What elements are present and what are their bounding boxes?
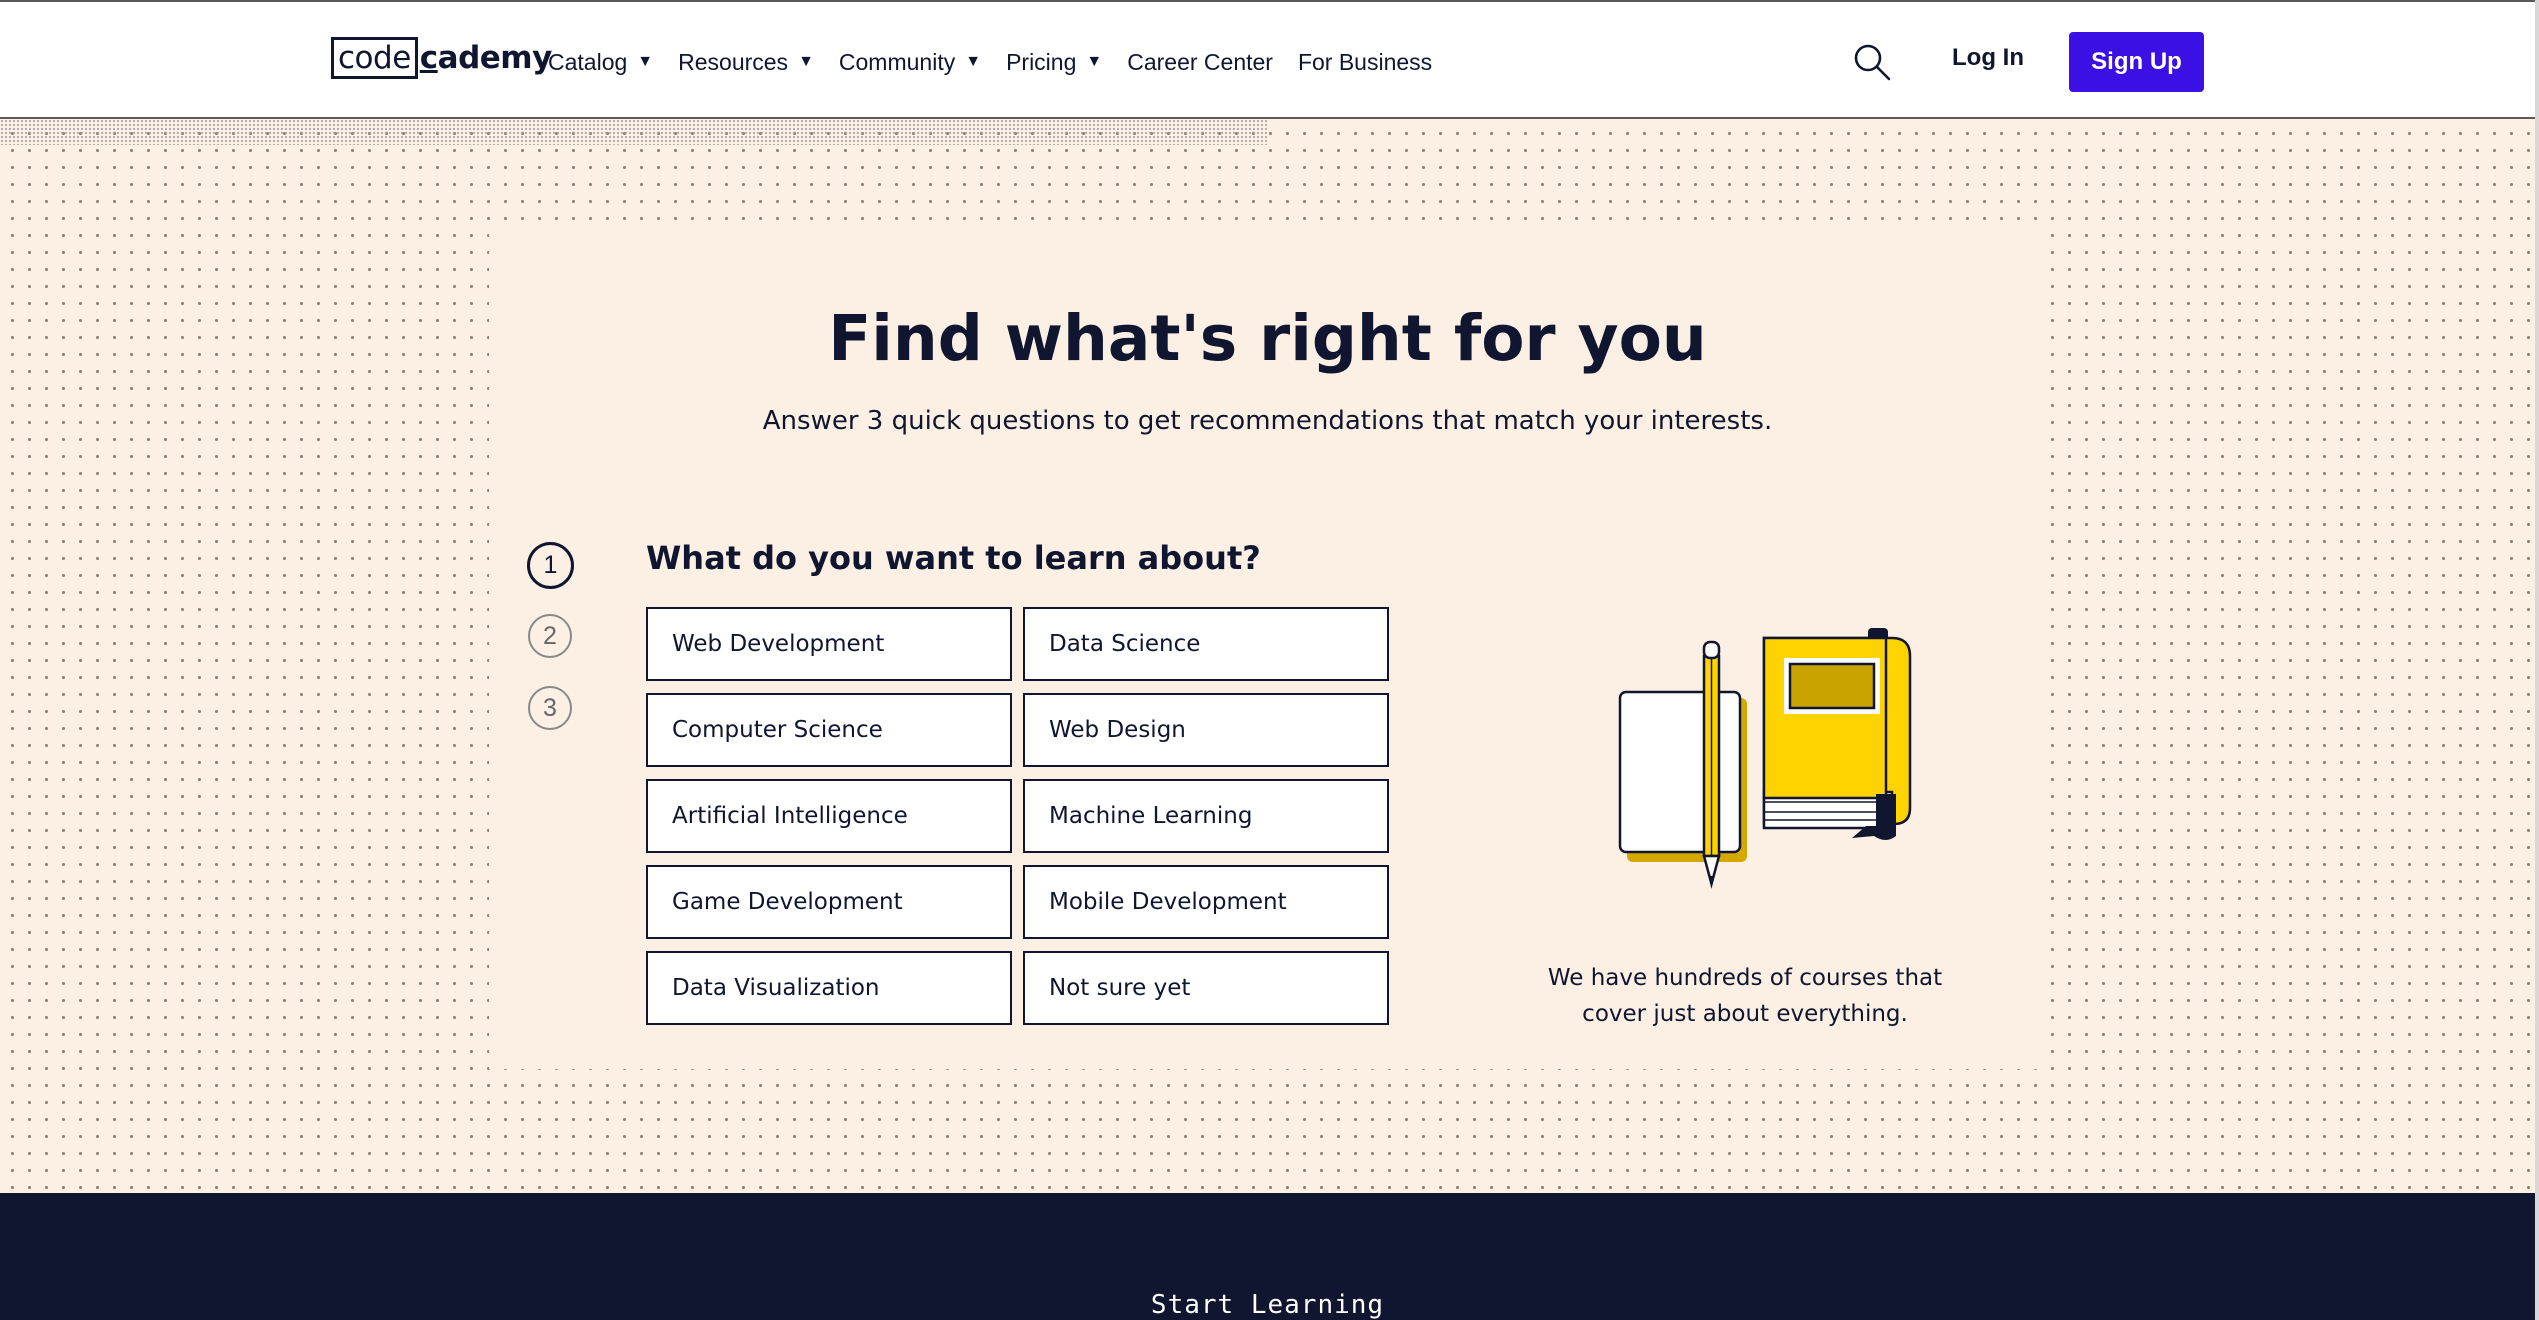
chevron-down-icon: ▼ (1086, 53, 1103, 70)
nav-label: Pricing (1006, 48, 1077, 75)
top-nav-bar: code cademy Catalog ▼ Resources ▼ Communi… (0, 0, 2535, 119)
login-button[interactable]: Log In (1952, 44, 2024, 72)
nav-label: Resources (678, 48, 789, 75)
step-indicator-2: 2 (528, 614, 572, 658)
nav-resources[interactable]: Resources ▼ (678, 49, 814, 76)
nav-career-center[interactable]: Career Center (1127, 49, 1273, 76)
logo-text: cademy (419, 40, 553, 76)
start-learning-heading: Start Learning (1150, 1290, 1385, 1320)
option-machine-learning[interactable]: Machine Learning (1023, 779, 1389, 853)
option-game-development[interactable]: Game Development (646, 865, 1012, 939)
option-artificial-intelligence[interactable]: Artificial Intelligence (646, 779, 1012, 853)
codecademy-logo[interactable]: code cademy (331, 37, 552, 79)
courses-caption-line-2: cover just about everything. (1582, 1001, 1908, 1027)
courses-caption-line-1: We have hundreds of courses that (1547, 965, 1943, 991)
nav-pricing[interactable]: Pricing ▼ (1006, 49, 1102, 76)
step-indicator-3: 3 (528, 686, 572, 730)
page-subtitle: Answer 3 quick questions to get recommen… (762, 406, 1773, 436)
option-mobile-development[interactable]: Mobile Development (1023, 865, 1389, 939)
logo-code-box: code (331, 37, 418, 79)
courses-caption: We have hundreds of courses that cover j… (1540, 960, 1950, 1032)
search-icon[interactable] (1852, 42, 1892, 82)
option-web-development[interactable]: Web Development (646, 607, 1012, 681)
page-title: Find what's right for you (828, 302, 1707, 375)
signup-button[interactable]: Sign Up (2069, 32, 2204, 92)
nav-community[interactable]: Community ▼ (839, 49, 981, 76)
nav-label: Community (838, 48, 956, 75)
option-data-visualization[interactable]: Data Visualization (646, 951, 1012, 1025)
nav-label: For Business (1297, 48, 1433, 75)
chevron-down-icon: ▼ (798, 53, 814, 70)
notebook-pencil-illustration (1618, 628, 1912, 889)
loading-hatch-bar (0, 119, 1268, 145)
nav-for-business[interactable]: For Business (1298, 49, 1432, 76)
chevron-down-icon: ▼ (637, 53, 654, 70)
scrollbar[interactable] (2535, 0, 2539, 1320)
option-not-sure-yet[interactable]: Not sure yet (1023, 951, 1389, 1025)
nav-label: Career Center (1127, 48, 1273, 75)
option-data-science[interactable]: Data Science (1023, 607, 1389, 681)
option-computer-science[interactable]: Computer Science (646, 693, 1012, 767)
chevron-down-icon: ▼ (965, 53, 982, 70)
nav-label: Catalog (548, 48, 628, 75)
step-indicator-1: 1 (527, 542, 574, 589)
option-web-design[interactable]: Web Design (1023, 693, 1389, 767)
nav-catalog[interactable]: Catalog ▼ (548, 49, 653, 76)
quiz-question: What do you want to learn about? (646, 539, 1261, 577)
main-nav: Catalog ▼ Resources ▼ Community ▼ Pricin… (548, 42, 1457, 82)
